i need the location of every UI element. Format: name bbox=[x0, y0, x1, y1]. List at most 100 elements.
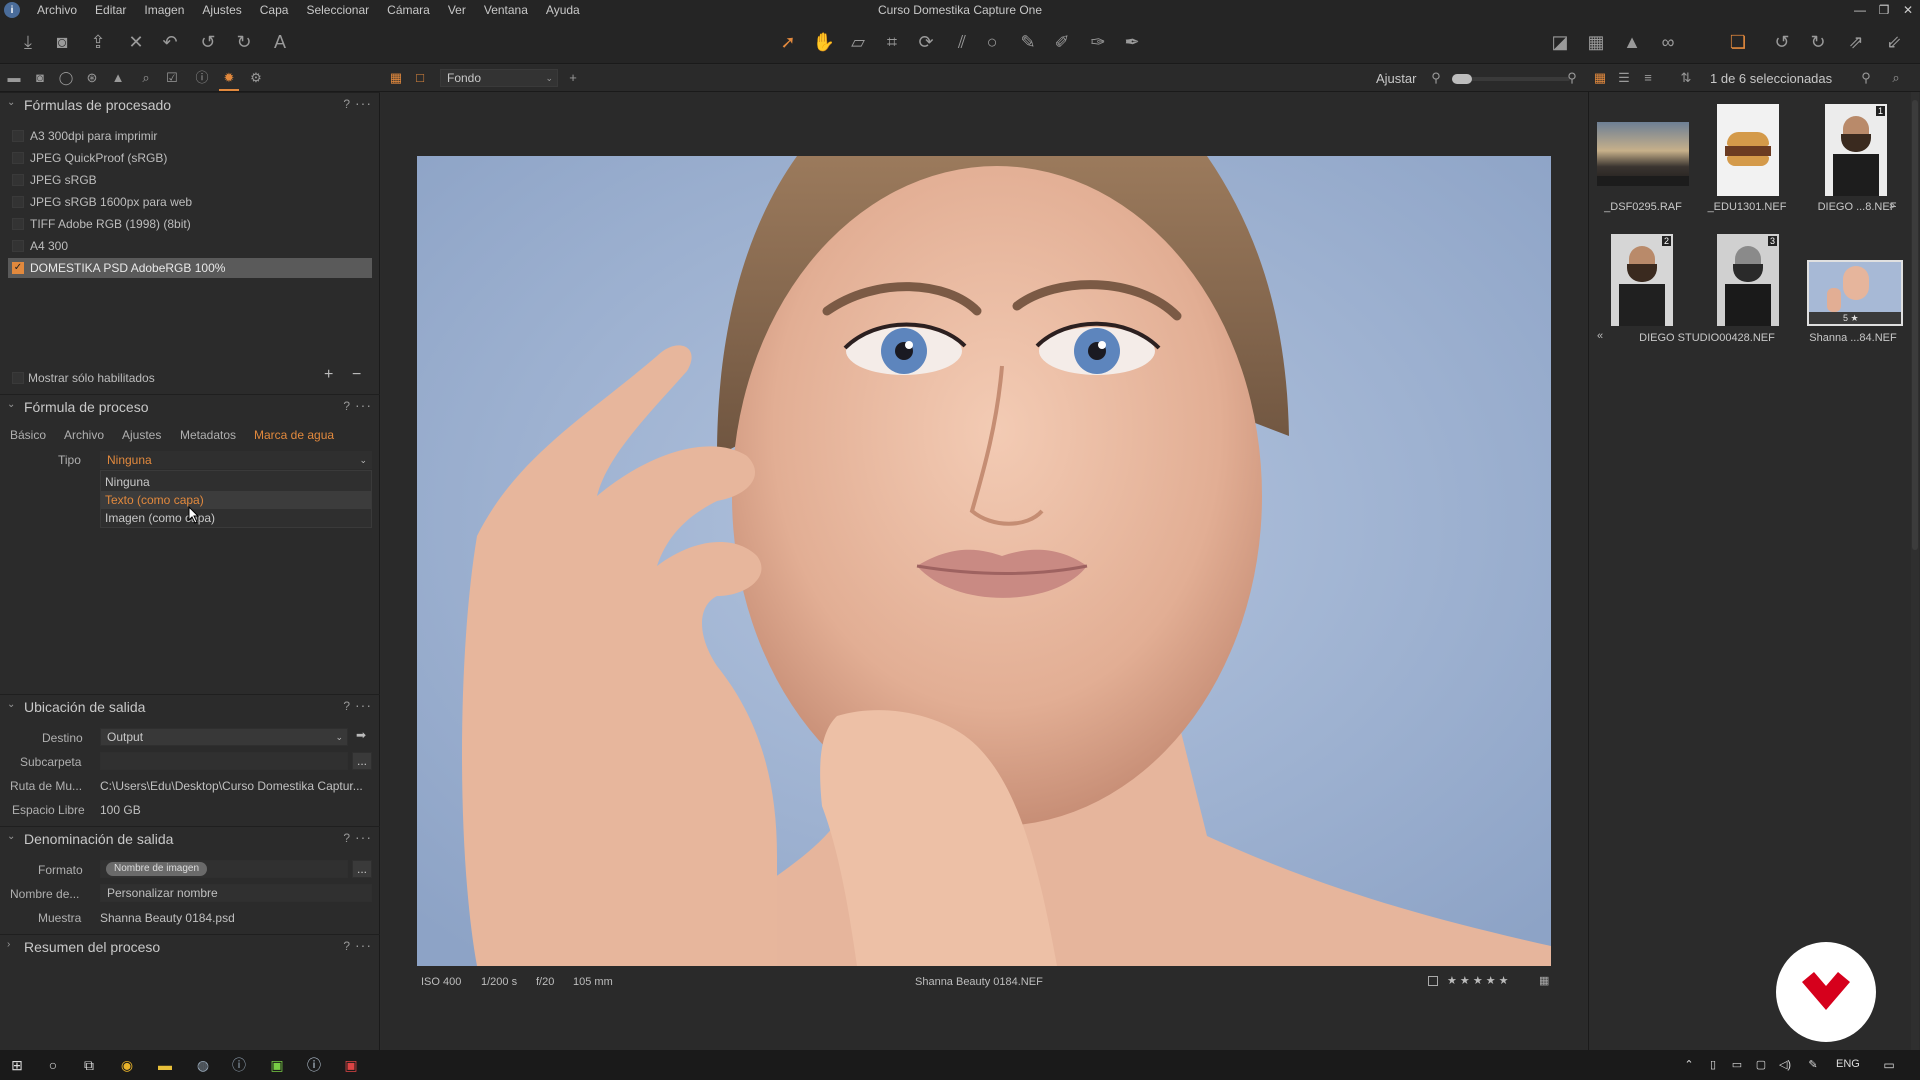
remove-recipe-button[interactable]: − bbox=[352, 366, 361, 384]
pen-icon[interactable]: ✎ bbox=[1804, 1056, 1822, 1074]
thumbnail-diego-2[interactable]: 2 bbox=[1611, 234, 1673, 326]
perspective-icon[interactable]: ▱ bbox=[846, 30, 870, 54]
text-icon[interactable]: A bbox=[268, 30, 292, 54]
zoom-slider[interactable] bbox=[1452, 74, 1570, 84]
linear-gradient-icon[interactable]: ✑ bbox=[1086, 30, 1110, 54]
menu-editar[interactable]: Editar bbox=[86, 0, 135, 20]
chevron-down-icon[interactable]: ⌄ bbox=[7, 831, 15, 842]
spot-icon[interactable]: ○ bbox=[980, 30, 1004, 54]
browser-filmstrip-icon[interactable]: ≡ bbox=[1640, 70, 1656, 86]
more-icon[interactable]: ··· bbox=[355, 697, 372, 713]
tab-metadatos[interactable]: Metadatos bbox=[180, 428, 236, 442]
restore-icon[interactable]: ❐ bbox=[1872, 0, 1896, 20]
collapse-icon[interactable]: ⇙ bbox=[1882, 30, 1906, 54]
menu-ventana[interactable]: Ventana bbox=[475, 0, 537, 20]
capture-one-active-icon[interactable]: ⓘ bbox=[305, 1056, 323, 1074]
star-rating[interactable]: ★ ★ ★ ★ ★ bbox=[1447, 974, 1509, 987]
brush-icon[interactable]: ✎ bbox=[1016, 30, 1040, 54]
show-enabled-checkbox[interactable] bbox=[12, 372, 24, 384]
batch-tab-icon[interactable]: ⚙ bbox=[248, 70, 264, 86]
recipe-item[interactable]: A4 300 bbox=[8, 236, 372, 256]
output-location-header[interactable]: ⌄ Ubicación de salida ? ··· bbox=[0, 694, 380, 718]
pan-icon[interactable]: ✋ bbox=[812, 30, 836, 54]
recipe-item[interactable]: JPEG sRGB bbox=[8, 170, 372, 190]
option-texto[interactable]: Texto (como capa) bbox=[101, 491, 371, 509]
recipe-checkbox[interactable] bbox=[12, 130, 24, 142]
scrollbar-thumb[interactable] bbox=[1912, 100, 1918, 550]
name-input[interactable]: Personalizar nombre bbox=[100, 884, 372, 902]
windows-start-icon[interactable]: ⊞ bbox=[8, 1056, 26, 1074]
zoom-in-icon[interactable]: ⚲ bbox=[1564, 70, 1580, 86]
app-icon-1[interactable]: ◍ bbox=[194, 1056, 212, 1074]
sort-icon[interactable]: ⇅ bbox=[1678, 70, 1694, 86]
format-token[interactable]: Nombre de imagen bbox=[106, 862, 208, 876]
menu-archivo[interactable]: Archivo bbox=[28, 0, 86, 20]
chevron-right-icon[interactable]: › bbox=[7, 939, 10, 950]
recipe-checkbox[interactable] bbox=[12, 218, 24, 230]
camera-icon[interactable]: ◙ bbox=[50, 30, 74, 54]
more-icon[interactable]: ··· bbox=[355, 397, 372, 413]
single-view-icon[interactable]: □ bbox=[412, 70, 428, 86]
compare-icon[interactable]: ◪ bbox=[1548, 30, 1572, 54]
add-recipe-button[interactable]: + bbox=[324, 366, 333, 384]
image-viewer[interactable]: ISO 400 1/200 s f/20 105 mm Shanna Beaut… bbox=[381, 92, 1587, 1050]
menu-camara[interactable]: Cámara bbox=[378, 0, 439, 20]
tab-archivo[interactable]: Archivo bbox=[64, 428, 104, 442]
menu-capa[interactable]: Capa bbox=[251, 0, 298, 20]
metadata-tab-icon[interactable]: ⓘ bbox=[194, 70, 210, 86]
more-icon[interactable]: ··· bbox=[355, 95, 372, 111]
grid-small-icon[interactable]: ▦ bbox=[1539, 974, 1549, 987]
exposure-warning-icon[interactable]: ▲ bbox=[1620, 30, 1644, 54]
search-icon[interactable]: ⌕ bbox=[1888, 70, 1904, 86]
language-indicator[interactable]: ENG bbox=[1836, 1058, 1860, 1070]
chevron-up-icon[interactable]: ⌃ bbox=[1680, 1056, 1698, 1074]
adjustments-tab-icon[interactable]: ☑ bbox=[164, 70, 180, 86]
tab-ajustes[interactable]: Ajustes bbox=[122, 428, 161, 442]
camera-tab-icon[interactable]: ◙ bbox=[32, 70, 48, 86]
fit-label[interactable]: Ajustar bbox=[1376, 71, 1416, 86]
app-icon-3[interactable]: ▣ bbox=[342, 1056, 360, 1074]
recipe-checkbox-checked[interactable]: ✓ bbox=[12, 262, 24, 274]
subfolder-input[interactable] bbox=[100, 752, 348, 770]
output-tab-icon[interactable]: ✹ bbox=[221, 70, 237, 86]
process-recipe-header[interactable]: ⌄ Fórmula de proceso ? ··· bbox=[0, 394, 380, 418]
volume-icon[interactable]: ◁) bbox=[1776, 1056, 1794, 1074]
chevron-down-icon[interactable]: ⌄ bbox=[7, 97, 15, 108]
capture-one-icon[interactable]: ⓘ bbox=[230, 1056, 248, 1074]
crop-icon[interactable]: ⌗ bbox=[880, 30, 904, 54]
thumbnail-diego-1[interactable]: 1 bbox=[1825, 104, 1887, 196]
menu-ayuda[interactable]: Ayuda bbox=[537, 0, 589, 20]
layer-select[interactable]: Fondo ⌄ bbox=[440, 69, 558, 87]
more-icon[interactable]: ··· bbox=[355, 937, 372, 953]
dest-select[interactable]: Output ⌄ bbox=[100, 728, 348, 746]
color-tab-icon[interactable]: ◯ bbox=[58, 70, 74, 86]
option-ninguna[interactable]: Ninguna bbox=[101, 473, 371, 491]
help-icon[interactable]: ? bbox=[343, 399, 350, 413]
zoom-slider-thumb[interactable] bbox=[1452, 74, 1472, 84]
help-icon[interactable]: ? bbox=[343, 97, 350, 111]
type-select[interactable]: Ninguna ⌄ bbox=[100, 451, 372, 469]
color-tag-checkbox[interactable] bbox=[1428, 976, 1438, 986]
menu-seleccionar[interactable]: Seleccionar bbox=[297, 0, 378, 20]
show-enabled-row[interactable]: Mostrar sólo habilitados bbox=[8, 368, 372, 388]
zoom-out-icon[interactable]: ⚲ bbox=[1428, 70, 1444, 86]
network-icon[interactable]: ▢ bbox=[1752, 1056, 1770, 1074]
thumbnail-burger[interactable] bbox=[1717, 104, 1779, 196]
format-input[interactable]: Nombre de imagen bbox=[100, 860, 348, 878]
rotate-icon[interactable]: ⟳ bbox=[914, 30, 938, 54]
notifications-icon[interactable]: ▭ bbox=[1880, 1056, 1898, 1074]
redo-icon[interactable]: ↻ bbox=[232, 30, 256, 54]
thumbnail-diego-3[interactable]: 3 bbox=[1717, 234, 1779, 326]
recipe-item[interactable]: A3 300dpi para imprimir bbox=[8, 126, 372, 146]
keystone-icon[interactable]: ⫽ bbox=[950, 30, 974, 54]
help-icon[interactable]: ? bbox=[343, 831, 350, 845]
rotate-right-icon[interactable]: ↻ bbox=[1806, 30, 1830, 54]
process-summary-header[interactable]: › Resumen del proceso ? ··· bbox=[0, 934, 380, 958]
recipe-item[interactable]: TIFF Adobe RGB (1998) (8bit) bbox=[8, 214, 372, 234]
battery-icon[interactable]: ▭ bbox=[1728, 1056, 1746, 1074]
rotate-left-icon[interactable]: ↺ bbox=[1770, 30, 1794, 54]
more-icon[interactable]: ··· bbox=[355, 829, 372, 845]
menu-ver[interactable]: Ver bbox=[439, 0, 475, 20]
app-icon[interactable]: i bbox=[4, 2, 20, 18]
details-tab-icon[interactable]: ⌕ bbox=[138, 70, 154, 86]
